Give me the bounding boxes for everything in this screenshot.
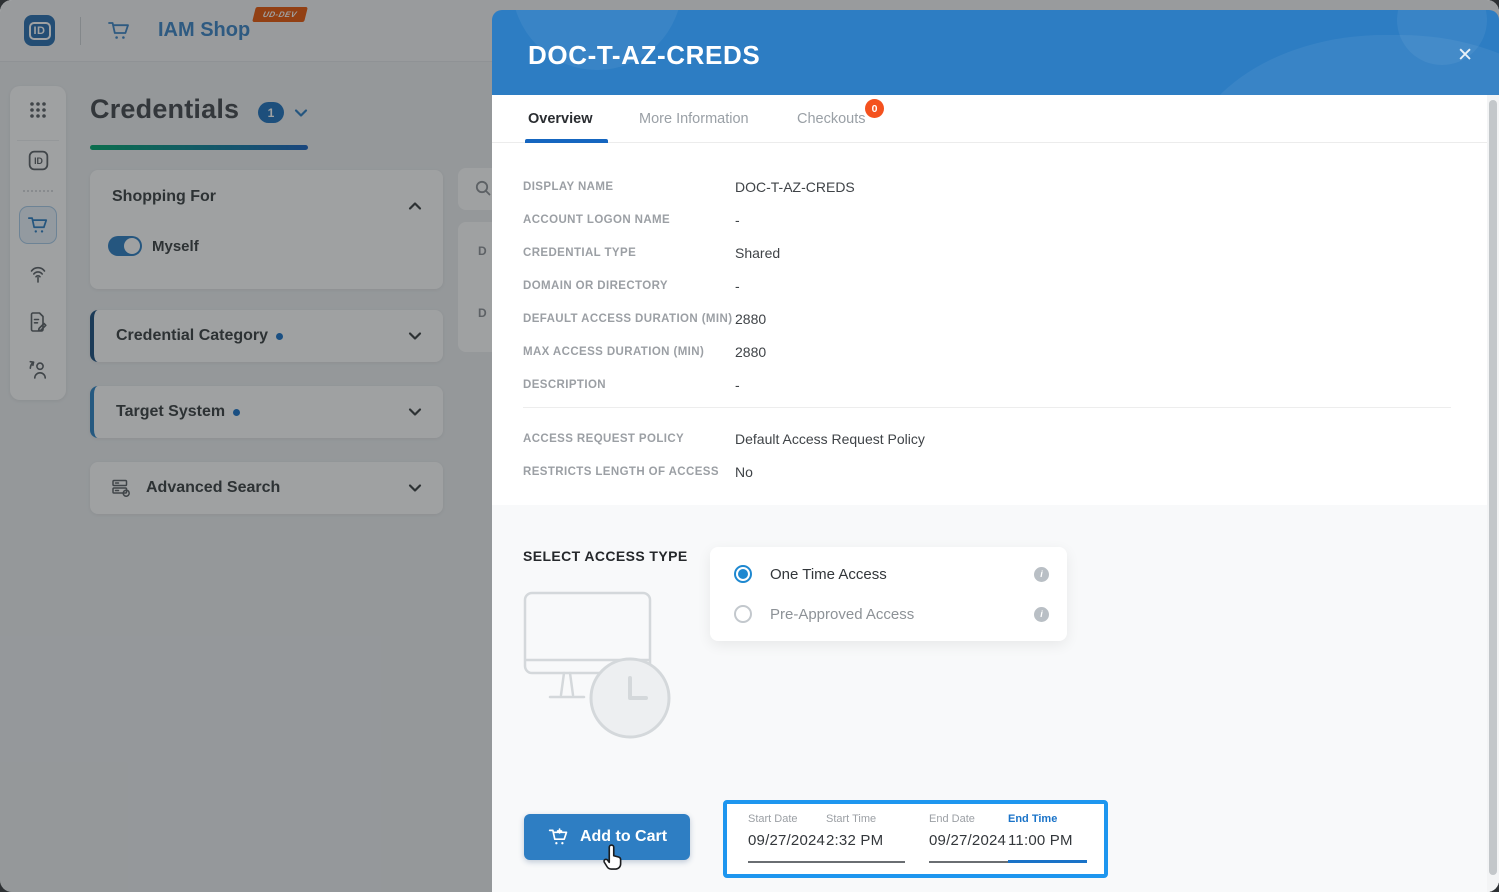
tab-more-information[interactable]: More Information: [639, 95, 749, 143]
start-date-value[interactable]: 09/27/2024: [748, 832, 825, 849]
policy-details: ACCESS REQUEST POLICY Default Access Req…: [523, 422, 1439, 488]
pre-approved-access-option[interactable]: Pre-Approved Access i: [734, 604, 1049, 624]
end-date-value[interactable]: 09/27/2024: [929, 832, 1006, 849]
end-date-label: End Date: [929, 813, 1006, 825]
one-time-access-option[interactable]: One Time Access i: [734, 564, 1049, 584]
end-time-label: End Time: [1008, 813, 1073, 825]
detail-row: DEFAULT ACCESS DURATION (MIN) 2880: [523, 302, 1439, 335]
detail-label: DOMAIN OR DIRECTORY: [523, 280, 735, 292]
detail-label: CREDENTIAL TYPE: [523, 247, 735, 259]
detail-value: -: [735, 278, 740, 294]
select-access-type-heading: SELECT ACCESS TYPE: [523, 548, 688, 564]
option-label: One Time Access: [770, 566, 887, 583]
detail-value: Default Access Request Policy: [735, 431, 925, 447]
end-date-field[interactable]: End Date 09/27/2024: [929, 813, 1006, 849]
end-time-value[interactable]: 11:00 PM: [1008, 832, 1073, 849]
hand-cursor-icon: [602, 843, 628, 873]
schedule-panel: Start Date 09/27/2024 Start Time 2:32 PM…: [723, 800, 1108, 878]
detail-label: ACCESS REQUEST POLICY: [523, 433, 735, 445]
credential-details: DISPLAY NAME DOC-T-AZ-CREDS ACCOUNT LOGO…: [523, 170, 1439, 401]
detail-row: RESTRICTS LENGTH OF ACCESS No: [523, 455, 1439, 488]
detail-row: CREDENTIAL TYPE Shared: [523, 236, 1439, 269]
detail-label: DESCRIPTION: [523, 379, 735, 391]
cart-plus-icon: [547, 826, 570, 848]
radio-unselected-icon[interactable]: [734, 605, 752, 623]
detail-label: DEFAULT ACCESS DURATION (MIN): [523, 313, 735, 325]
detail-row: ACCOUNT LOGON NAME -: [523, 203, 1439, 236]
detail-value: Shared: [735, 245, 780, 261]
detail-value: 2880: [735, 311, 766, 327]
detail-label: RESTRICTS LENGTH OF ACCESS: [523, 466, 735, 478]
start-date-label: Start Date: [748, 813, 825, 825]
detail-value: DOC-T-AZ-CREDS: [735, 179, 855, 195]
access-type-card: One Time Access i Pre-Approved Access i: [710, 547, 1067, 641]
modal-tab-bar: Overview More Information Checkouts 0: [492, 95, 1499, 143]
start-time-value[interactable]: 2:32 PM: [826, 832, 883, 849]
modal-body: DISPLAY NAME DOC-T-AZ-CREDS ACCOUNT LOGO…: [492, 143, 1499, 892]
credential-detail-modal: DOC-T-AZ-CREDS ✕ Overview More Informati…: [492, 10, 1499, 892]
detail-value: -: [735, 212, 740, 228]
detail-row: DESCRIPTION -: [523, 368, 1439, 401]
start-date-field[interactable]: Start Date 09/27/2024: [748, 813, 825, 849]
tab-overview[interactable]: Overview: [528, 95, 593, 143]
option-label: Pre-Approved Access: [770, 606, 914, 623]
detail-value: No: [735, 464, 753, 480]
end-time-field[interactable]: End Time 11:00 PM: [1008, 813, 1073, 849]
start-time-field[interactable]: Start Time 2:32 PM: [826, 813, 883, 849]
info-icon[interactable]: i: [1034, 567, 1049, 582]
detail-row: MAX ACCESS DURATION (MIN) 2880: [523, 335, 1439, 368]
detail-label: MAX ACCESS DURATION (MIN): [523, 346, 735, 358]
modal-scrollbar[interactable]: [1487, 95, 1499, 892]
tab-checkouts[interactable]: Checkouts: [797, 95, 866, 143]
start-time-label: Start Time: [826, 813, 883, 825]
checkouts-count-badge: 0: [865, 99, 884, 118]
detail-row: DOMAIN OR DIRECTORY -: [523, 269, 1439, 302]
monitor-clock-illustration: [520, 585, 680, 745]
scrollbar-thumb[interactable]: [1489, 100, 1497, 875]
info-icon[interactable]: i: [1034, 607, 1049, 622]
radio-selected-icon[interactable]: [734, 565, 752, 583]
detail-row: ACCESS REQUEST POLICY Default Access Req…: [523, 422, 1439, 455]
close-icon[interactable]: ✕: [1457, 46, 1473, 65]
section-divider: [523, 407, 1451, 408]
detail-value: -: [735, 377, 740, 393]
end-time-focus-underline: [1008, 860, 1087, 863]
start-fields-underline: [748, 861, 905, 863]
detail-label: ACCOUNT LOGON NAME: [523, 214, 735, 226]
end-date-underline: [929, 861, 1009, 863]
detail-label: DISPLAY NAME: [523, 181, 735, 193]
app-window: ID IAM Shop UD-DEV: [0, 0, 1499, 892]
detail-value: 2880: [735, 344, 766, 360]
detail-row: DISPLAY NAME DOC-T-AZ-CREDS: [523, 170, 1439, 203]
modal-header: DOC-T-AZ-CREDS ✕: [492, 10, 1499, 95]
modal-title: DOC-T-AZ-CREDS: [528, 40, 760, 71]
